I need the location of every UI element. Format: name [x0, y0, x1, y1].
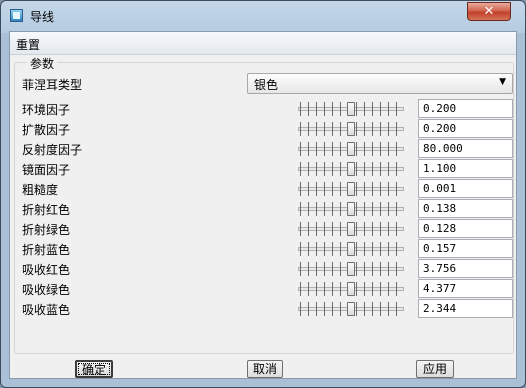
slider-thumb[interactable] [347, 302, 355, 316]
title-bar[interactable]: 导线 ✕ [1, 1, 525, 31]
slider-thumb[interactable] [347, 162, 355, 176]
param-label: 折射蓝色 [22, 243, 71, 257]
dialog-window: 导线 ✕ 重置 参数 菲涅耳类型 银色 ▼ 环境因子 0.200 扩散因子 0.200… [0, 0, 526, 388]
param-value-field[interactable]: 3.756 [418, 259, 513, 278]
param-slider[interactable] [298, 262, 404, 276]
param-slider[interactable] [298, 242, 404, 256]
param-label: 粗糙度 [22, 183, 59, 197]
param-slider[interactable] [298, 302, 404, 316]
menu-item-reset[interactable]: 重置 [16, 36, 40, 53]
close-icon: ✕ [483, 4, 495, 19]
slider-thumb[interactable] [347, 102, 355, 116]
param-slider[interactable] [298, 162, 404, 176]
param-slider[interactable] [298, 182, 404, 196]
param-label: 吸收蓝色 [22, 303, 71, 317]
cancel-button[interactable]: 取消 [247, 360, 283, 378]
slider-thumb[interactable] [347, 202, 355, 216]
param-slider[interactable] [298, 202, 404, 216]
param-value-field[interactable]: 0.138 [418, 199, 513, 218]
param-slider[interactable] [298, 122, 404, 136]
param-label: 环境因子 [22, 103, 71, 117]
param-label: 镜面因子 [22, 163, 71, 177]
param-value-field[interactable]: 4.377 [418, 279, 513, 298]
param-value-field[interactable]: 0.157 [418, 239, 513, 258]
slider-thumb[interactable] [347, 182, 355, 196]
param-value-field[interactable]: 0.200 [418, 99, 513, 118]
fresnel-type-label: 菲涅耳类型 [22, 78, 83, 92]
param-slider[interactable] [298, 102, 404, 116]
param-slider[interactable] [298, 282, 404, 296]
param-value-field[interactable]: 0.128 [418, 219, 513, 238]
param-label: 吸收绿色 [22, 283, 71, 297]
fresnel-type-select[interactable]: 银色 ▼ [247, 73, 513, 94]
chevron-down-icon: ▼ [499, 77, 506, 87]
param-value-field[interactable]: 2.344 [418, 299, 513, 318]
close-button[interactable]: ✕ [467, 2, 511, 21]
group-title: 参数 [27, 55, 58, 72]
parameters-group: 参数 菲涅耳类型 银色 ▼ 环境因子 0.200 扩散因子 0.200 反射度因子 80.… [14, 55, 514, 354]
param-value-field[interactable]: 1.100 [418, 159, 513, 178]
param-label: 折射绿色 [22, 223, 71, 237]
app-icon [10, 9, 23, 22]
slider-thumb[interactable] [347, 222, 355, 236]
param-label: 折射红色 [22, 203, 71, 217]
fresnel-type-value: 银色 [254, 78, 279, 92]
dialog-body: 重置 参数 菲涅耳类型 银色 ▼ 环境因子 0.200 扩散因子 0.200 反射度因子… [9, 31, 517, 379]
slider-thumb[interactable] [347, 242, 355, 256]
param-label: 吸收红色 [22, 263, 71, 277]
slider-thumb[interactable] [347, 142, 355, 156]
param-value-field[interactable]: 0.001 [418, 179, 513, 198]
window-title: 导线 [30, 10, 55, 24]
param-value-field[interactable]: 0.200 [418, 119, 513, 138]
param-slider[interactable] [298, 222, 404, 236]
param-label: 扩散因子 [22, 123, 71, 137]
slider-thumb[interactable] [347, 282, 355, 296]
menu-bar: 重置 [10, 32, 516, 55]
param-value-field[interactable]: 80.000 [418, 139, 513, 158]
slider-thumb[interactable] [347, 262, 355, 276]
slider-thumb[interactable] [347, 122, 355, 136]
param-slider[interactable] [298, 142, 404, 156]
param-label: 反射度因子 [22, 143, 83, 157]
apply-button[interactable]: 应用 [416, 360, 454, 378]
ok-button[interactable]: 确定 [75, 360, 113, 378]
